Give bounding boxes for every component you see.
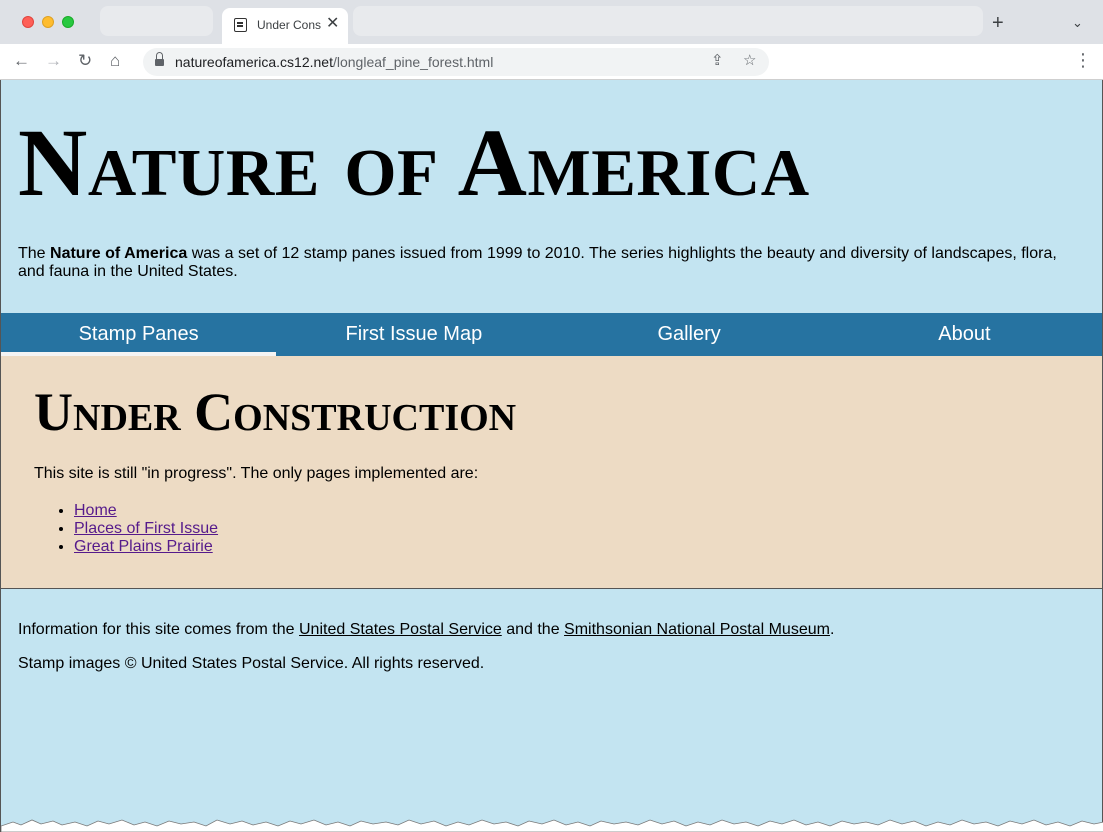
list-item: Places of First Issue xyxy=(74,520,218,538)
nav-stamp-panes[interactable]: Stamp Panes xyxy=(1,313,277,356)
stamp-favicon-icon xyxy=(234,18,247,32)
home-link[interactable]: Home xyxy=(74,502,117,519)
lock-icon[interactable] xyxy=(155,52,164,67)
forward-arrow-icon[interactable]: → xyxy=(45,50,62,72)
list-item: Home xyxy=(74,502,218,520)
background-tab[interactable] xyxy=(100,6,213,36)
usps-link[interactable]: United States Postal Service xyxy=(299,621,502,638)
empty-tab-area xyxy=(353,6,983,36)
share-icon[interactable]: ⇪ xyxy=(711,51,724,69)
web-page: Nature of America The Nature of America … xyxy=(0,80,1103,832)
bookmark-star-icon[interactable]: ☆ xyxy=(743,51,756,69)
browser-chrome: Under Construction ✕ + ⌄ ← → ↻ ⌂ natureo… xyxy=(0,0,1103,80)
page-heading: Under Construction xyxy=(34,382,517,442)
tab-title: Under Construction xyxy=(257,18,321,32)
great-plains-prairie-link[interactable]: Great Plains Prairie xyxy=(74,538,213,555)
tab-strip: Under Construction ✕ + ⌄ xyxy=(0,0,1103,44)
places-of-first-issue-link[interactable]: Places of First Issue xyxy=(74,520,218,537)
postal-museum-link[interactable]: Smithsonian National Postal Museum xyxy=(564,621,830,638)
nav-about[interactable]: About xyxy=(827,313,1102,356)
main-nav: Stamp Panes First Issue Map Gallery Abou… xyxy=(1,313,1102,356)
minimize-window-button[interactable] xyxy=(42,16,54,28)
back-arrow-icon[interactable]: ← xyxy=(13,50,30,72)
torn-edge-decoration xyxy=(1,819,1103,832)
list-item: Great Plains Prairie xyxy=(74,538,218,556)
footer-copyright: Stamp images © United States Postal Serv… xyxy=(18,655,485,672)
new-tab-button[interactable]: + xyxy=(992,13,1004,33)
active-tab[interactable]: Under Construction ✕ xyxy=(222,8,348,44)
construction-notice: This site is still "in progress". The on… xyxy=(34,465,479,482)
browser-toolbar: ← → ↻ ⌂ natureofamerica.cs12.net/longlea… xyxy=(0,44,1103,80)
nav-first-issue-map[interactable]: First Issue Map xyxy=(276,313,551,356)
chevron-down-icon[interactable]: ⌄ xyxy=(1072,15,1083,31)
maximize-window-button[interactable] xyxy=(62,16,74,28)
home-icon[interactable]: ⌂ xyxy=(110,50,120,72)
more-menu-icon[interactable]: ⋮ xyxy=(1074,50,1092,71)
url-text[interactable]: natureofamerica.cs12.net/longleaf_pine_f… xyxy=(175,54,493,70)
address-bar[interactable]: natureofamerica.cs12.net/longleaf_pine_f… xyxy=(143,48,769,76)
reload-icon[interactable]: ↻ xyxy=(78,50,92,72)
site-intro: The Nature of America was a set of 12 st… xyxy=(18,245,1057,280)
close-window-button[interactable] xyxy=(22,16,34,28)
main-content: Under Construction This site is still "i… xyxy=(1,356,1102,589)
implemented-pages-list: Home Places of First Issue Great Plains … xyxy=(74,502,218,556)
footer-sources: Information for this site comes from the… xyxy=(18,621,835,638)
nav-gallery[interactable]: Gallery xyxy=(552,313,827,356)
site-title: Nature of America xyxy=(18,109,810,216)
close-tab-icon[interactable]: ✕ xyxy=(326,15,339,33)
